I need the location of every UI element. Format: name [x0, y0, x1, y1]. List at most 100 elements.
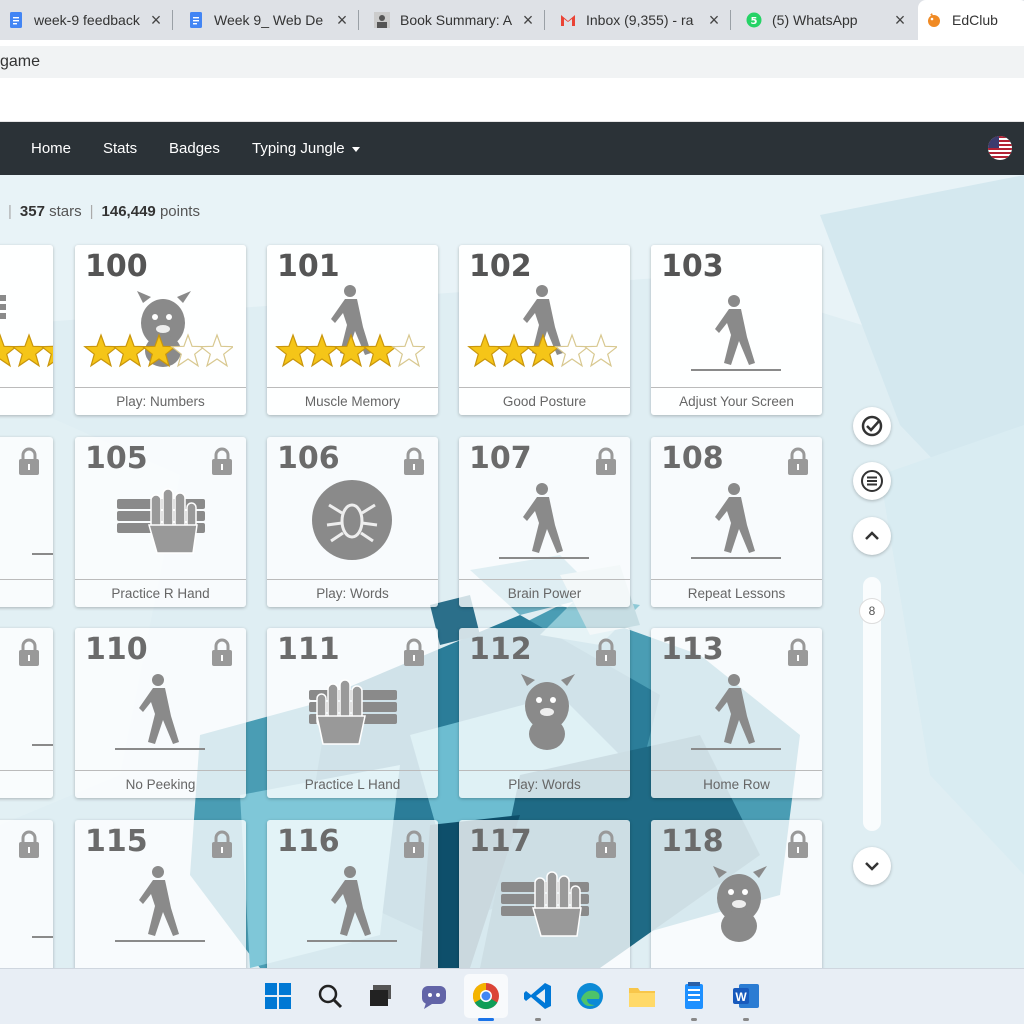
walking-person-icon [307, 866, 397, 942]
lock-icon [788, 638, 808, 666]
lesson-card-105[interactable]: 105 Practice R Hand [75, 437, 246, 607]
person-avatar-icon [374, 12, 390, 28]
lock-icon [596, 638, 616, 666]
file-explorer-icon[interactable] [625, 979, 659, 1013]
close-icon[interactable]: × [334, 10, 350, 31]
star-rating [0, 333, 53, 368]
lesson-card-102[interactable]: 102 Good Posture [459, 245, 630, 415]
stars-count: 357 [19, 203, 45, 220]
teams-chat-icon[interactable] [417, 979, 451, 1013]
star-empty-icon [554, 333, 590, 368]
tab-whatsapp[interactable]: 5 (5) WhatsApp × [738, 0, 916, 40]
search-icon[interactable] [313, 979, 347, 1013]
keyboard-hand-icon [501, 871, 589, 937]
walking-person-icon [691, 674, 781, 750]
scroll-up-button[interactable] [853, 517, 891, 555]
scroll-page-indicator[interactable]: 8 [859, 598, 885, 624]
lesson-card-106[interactable]: 106 Play: Words [267, 437, 438, 607]
tab-week-9-web-dev[interactable]: Week 9_ Web De × [180, 0, 358, 40]
lesson-card-117[interactable]: 117 [459, 820, 630, 968]
close-icon[interactable]: × [892, 10, 908, 31]
monster-icon [521, 674, 575, 750]
site-navbar: Home Stats Badges Typing Jungle [0, 122, 1024, 175]
chevron-down-icon [865, 862, 879, 871]
lesson-card-104[interactable]: elf [0, 437, 53, 607]
tab-book-summary[interactable]: Book Summary: A × [366, 0, 544, 40]
star-filled-icon [467, 333, 503, 368]
close-icon[interactable]: × [520, 10, 536, 31]
us-flag-icon[interactable] [988, 136, 1012, 160]
whatsapp-icon: 5 [746, 12, 762, 28]
monster-icon [713, 866, 767, 942]
walking-person-icon [115, 674, 205, 750]
tab-week-9-feedback[interactable]: week-9 feedback × [0, 0, 172, 40]
points-count: 146,449 [101, 203, 156, 220]
star-filled-icon [362, 333, 398, 368]
walking-person-icon [691, 295, 781, 371]
lock-icon [19, 447, 39, 475]
star-empty-icon [199, 333, 233, 368]
star-filled-icon [83, 333, 119, 368]
lock-icon [596, 830, 616, 858]
star-filled-icon [275, 333, 311, 368]
tab-edclub[interactable]: EdClub [918, 0, 1024, 40]
lesson-card-116[interactable]: 116 [267, 820, 438, 968]
star-filled-icon [304, 333, 340, 368]
lesson-card-101[interactable]: 101 Muscle Memory [267, 245, 438, 415]
star-filled-icon [112, 333, 148, 368]
lesson-card-110[interactable]: 110 No Peeking [75, 628, 246, 798]
lesson-map: |357 stars|146,449 points and 100 Play: … [0, 175, 1024, 968]
nav-home[interactable]: Home [31, 122, 71, 175]
lesson-card-113[interactable]: 113 Home Row [651, 628, 822, 798]
lesson-card-114[interactable] [0, 820, 53, 968]
lesson-card-111[interactable]: 111 Practice L Hand [267, 628, 438, 798]
lesson-card-112[interactable]: 112 Play: Words [459, 628, 630, 798]
close-icon[interactable]: × [706, 10, 722, 31]
lesson-card-100[interactable]: 100 Play: Numbers [75, 245, 246, 415]
lock-icon [788, 447, 808, 475]
chevron-down-icon [351, 146, 360, 152]
lesson-card-108[interactable]: 108 Repeat Lessons [651, 437, 822, 607]
chevron-up-icon [865, 531, 879, 540]
menu-button[interactable] [853, 462, 891, 500]
walking-person-icon [115, 866, 205, 942]
windows-taskbar: W [0, 968, 1024, 1024]
bookmarks-bar [0, 80, 1024, 122]
star-empty-icon [583, 333, 617, 368]
notepad-icon[interactable] [677, 979, 711, 1013]
star-filled-icon [496, 333, 532, 368]
lesson-card-115[interactable]: 115 [75, 820, 246, 968]
nav-badges[interactable]: Badges [169, 122, 220, 175]
lock-icon [212, 638, 232, 666]
nav-stats[interactable]: Stats [103, 122, 137, 175]
lesson-card-103[interactable]: 103 Adjust Your Screen [651, 245, 822, 415]
task-view-icon[interactable] [365, 979, 399, 1013]
nav-typing-jungle[interactable]: Typing Jungle [252, 122, 360, 175]
word-icon[interactable]: W [729, 979, 763, 1013]
tab-gmail-inbox[interactable]: Inbox (9,355) - ra × [552, 0, 730, 40]
lesson-card-118[interactable]: 118 [651, 820, 822, 968]
star-rating [83, 333, 233, 368]
scroll-down-button[interactable] [853, 847, 891, 885]
windows-start-icon[interactable] [261, 979, 295, 1013]
close-icon[interactable]: × [148, 10, 164, 31]
star-empty-icon [391, 333, 425, 368]
vscode-icon[interactable] [521, 979, 555, 1013]
edge-icon[interactable] [573, 979, 607, 1013]
lock-icon [19, 830, 39, 858]
chrome-icon[interactable] [469, 979, 503, 1013]
lesson-card-107[interactable]: 107 Brain Power [459, 437, 630, 607]
walking-person-icon [499, 483, 589, 559]
lock-icon [596, 447, 616, 475]
address-bar-area: game [0, 40, 1024, 80]
lesson-card-109[interactable]: p [0, 628, 53, 798]
gmail-icon [561, 15, 575, 26]
hamburger-menu-icon [861, 470, 883, 492]
star-filled-icon [40, 345, 53, 368]
progress-summary: | 357 stars | 146,449 points [8, 203, 200, 220]
url-field[interactable]: game [0, 46, 1024, 78]
lesson-card-99[interactable]: and [0, 245, 53, 415]
edclub-icon [928, 13, 940, 27]
walking-person-icon [691, 483, 781, 559]
progress-check-button[interactable] [853, 407, 891, 445]
